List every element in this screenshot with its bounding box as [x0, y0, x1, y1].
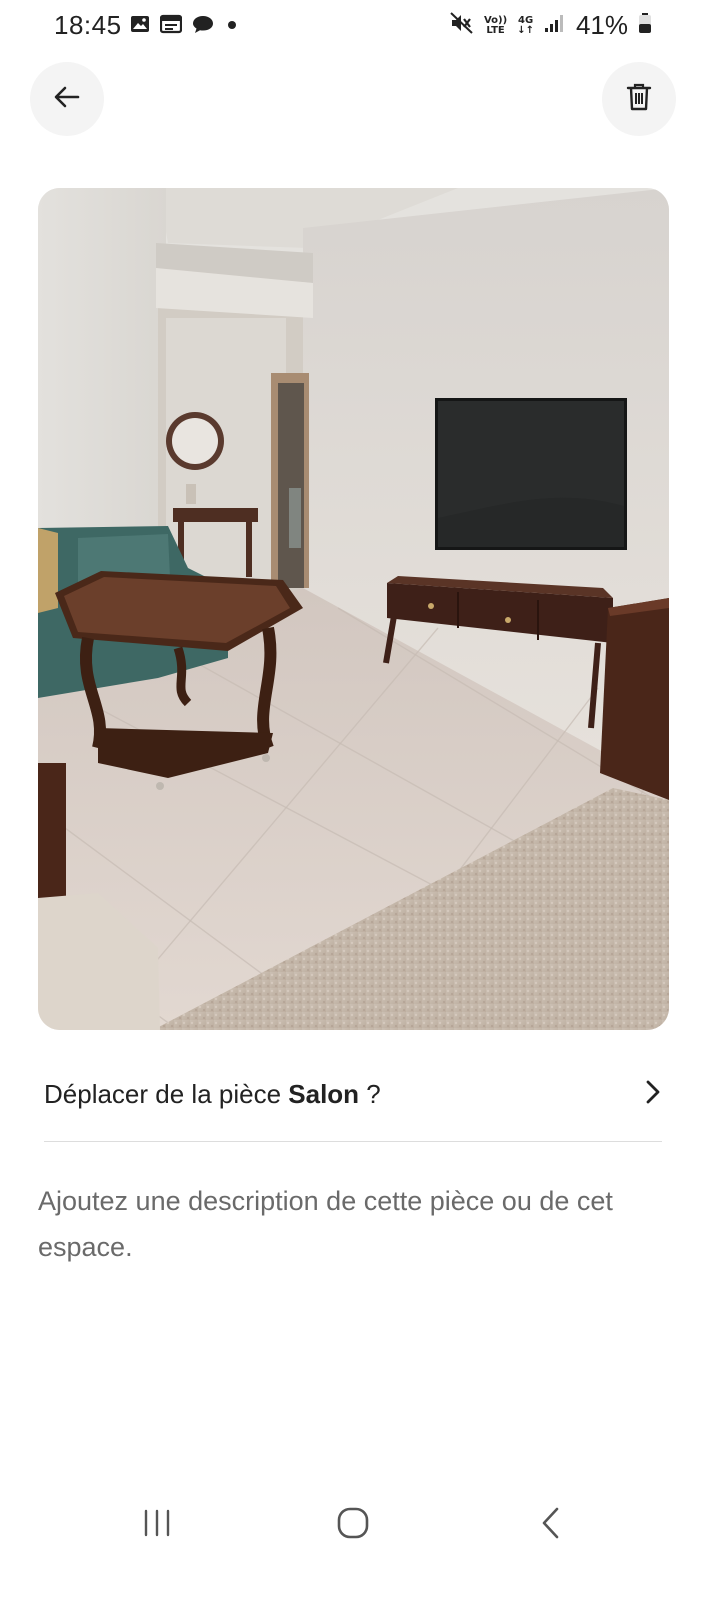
back-button[interactable]	[30, 62, 104, 136]
description-input[interactable]: Ajoutez une description de cette pièce o…	[38, 1178, 668, 1270]
move-room-row[interactable]: Déplacer de la pièce Salon ?	[44, 1058, 664, 1130]
system-back-button[interactable]	[506, 1490, 596, 1560]
divider	[44, 1141, 662, 1142]
status-time: 18:45	[54, 10, 122, 40]
network-type-text: 4G	[517, 14, 534, 26]
move-room-suffix: ?	[359, 1078, 381, 1109]
trash-icon	[625, 82, 653, 117]
chat-bubble-icon	[192, 14, 214, 39]
recent-apps-icon	[141, 1508, 173, 1543]
living-room-photo[interactable]	[38, 188, 669, 1030]
battery-icon	[638, 12, 652, 39]
delete-button[interactable]	[602, 62, 676, 136]
calendar-icon	[159, 14, 183, 39]
status-system-icons: Vo)) LTE 4G ↓↑ 41%	[450, 10, 652, 41]
volte-top-text: Vo))	[483, 14, 508, 26]
arrow-left-icon	[52, 82, 82, 117]
status-notification-icons	[130, 14, 240, 39]
image-icon	[130, 14, 150, 39]
back-icon	[539, 1506, 563, 1545]
dot-icon	[224, 14, 240, 39]
recent-apps-button[interactable]	[112, 1490, 202, 1560]
move-room-text: Déplacer de la pièce Salon ?	[44, 1079, 381, 1110]
navigation-bar	[0, 1490, 720, 1560]
chevron-right-icon	[642, 1078, 664, 1111]
home-button[interactable]	[308, 1490, 398, 1560]
data-arrows-icon: ↓↑	[517, 24, 534, 36]
4g-icon: 4G ↓↑	[517, 14, 534, 36]
home-icon	[336, 1506, 370, 1545]
move-room-prefix: Déplacer de la pièce	[44, 1078, 289, 1109]
status-bar: 18:45 Vo)) LTE 4G ↓↑ 41%	[0, 0, 720, 52]
signal-icon	[544, 13, 566, 38]
volte-bottom-text: LTE	[486, 24, 505, 36]
volte-icon: Vo)) LTE	[483, 14, 508, 36]
mute-icon	[450, 12, 474, 39]
battery-percent: 41%	[575, 10, 628, 40]
room-name: Salon	[288, 1078, 360, 1109]
